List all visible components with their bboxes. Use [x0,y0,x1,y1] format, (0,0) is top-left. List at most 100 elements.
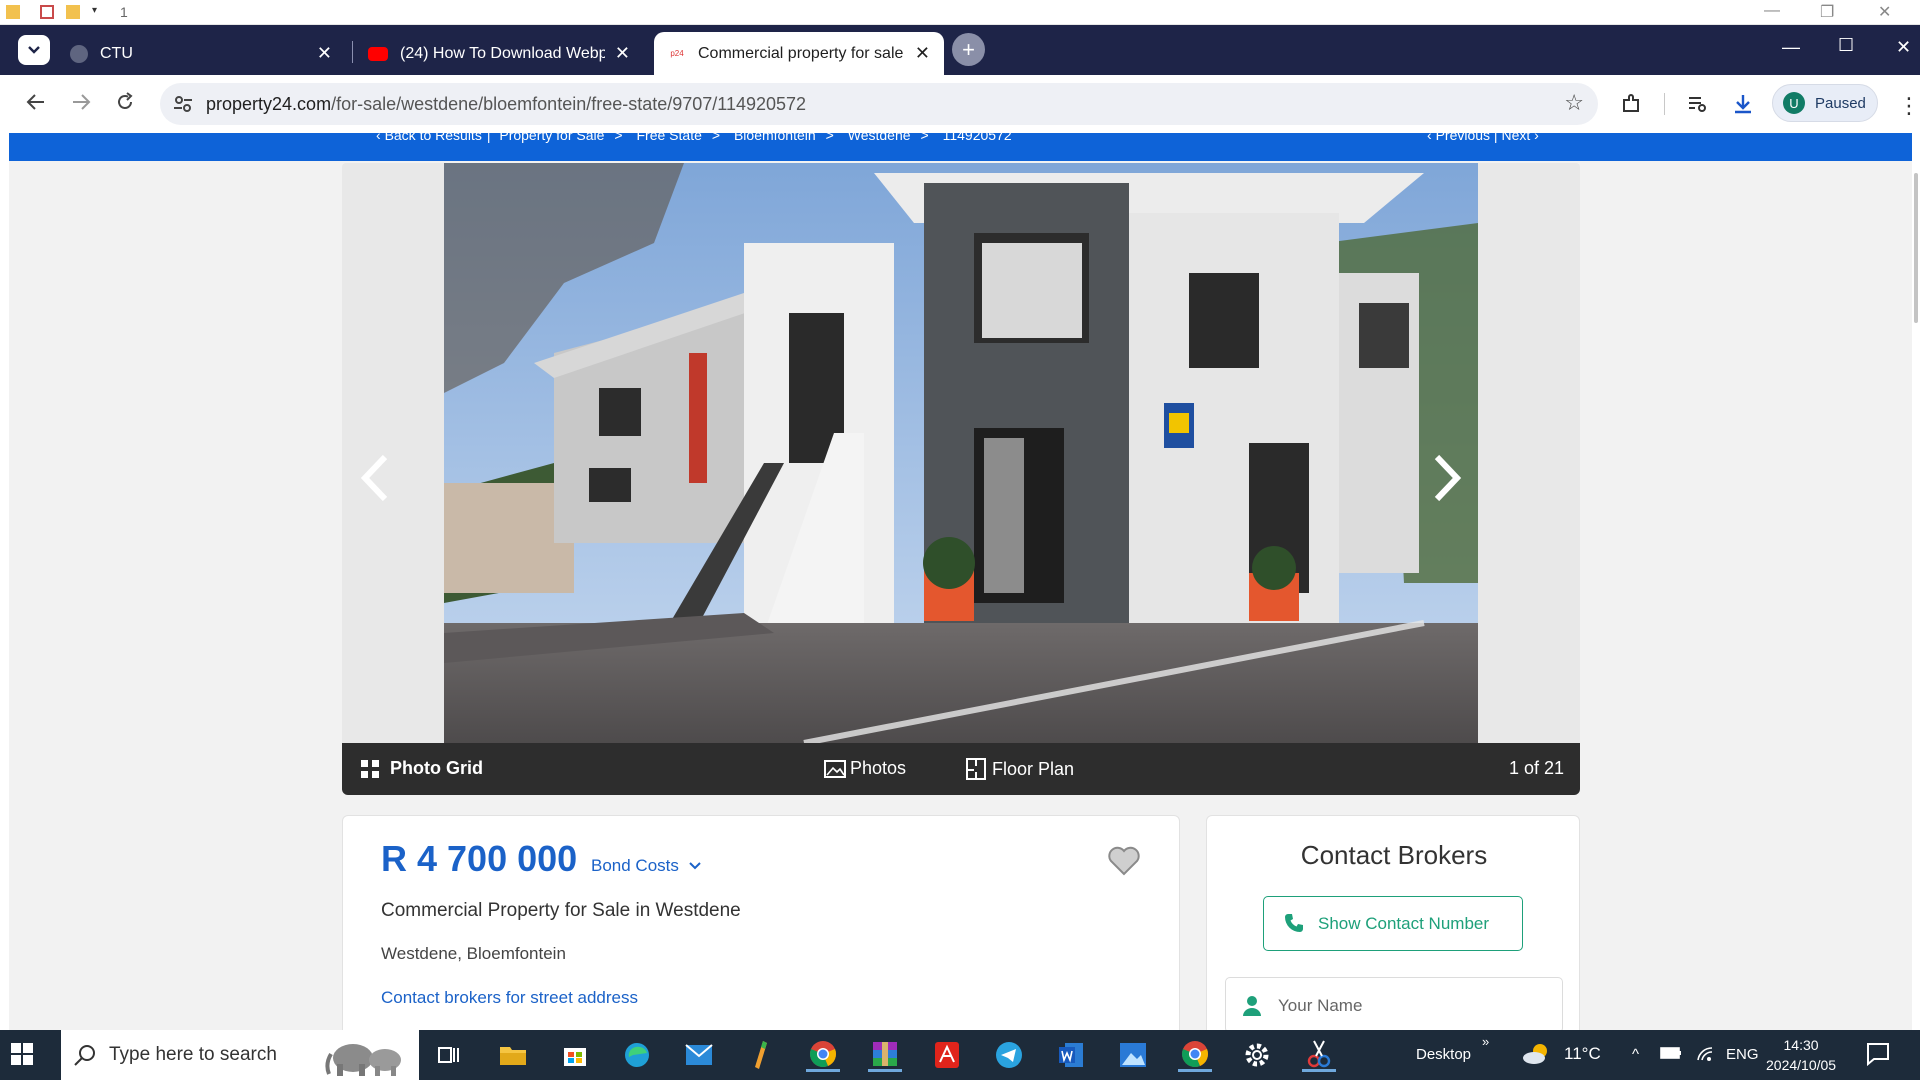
minimize-icon[interactable]: — [1782,37,1800,58]
dropdown-icon[interactable]: ▾ [92,5,106,19]
left-edge [0,133,9,1030]
weather-temperature[interactable]: 11°C [1564,1044,1601,1064]
restore-icon[interactable]: ❐ [1820,2,1834,22]
folder-icon[interactable] [66,5,80,19]
chevron-up-icon[interactable]: ^ [1632,1046,1639,1063]
next-photo-button[interactable] [1431,453,1465,513]
menu-icon[interactable]: ⋮ [1898,93,1920,119]
tab-property24[interactable]: p24 Commercial property for sale in ✕ [654,32,944,75]
chevron-double-right-icon[interactable]: » [1482,1034,1489,1049]
download-icon[interactable] [1732,93,1754,121]
settings-gear-icon[interactable] [1240,1038,1274,1072]
checkbox-icon[interactable] [40,5,54,19]
photo-grid-label: Photo Grid [390,758,483,778]
folder-icon[interactable] [6,5,20,19]
person-icon [1243,996,1261,1016]
breadcrumb-item[interactable]: Free State [637,133,702,143]
close-icon[interactable]: ✕ [317,43,332,64]
back-button[interactable] [26,92,46,118]
minimize-icon[interactable]: — [1764,2,1780,20]
clock[interactable]: 14:30 2024/10/05 [1766,1035,1836,1075]
start-button[interactable] [10,1042,34,1071]
grid-icon [361,759,379,778]
acrobat-icon[interactable] [930,1038,964,1072]
close-icon[interactable]: ✕ [615,43,630,64]
chrome-icon[interactable] [1178,1038,1212,1072]
winrar-icon[interactable] [868,1038,902,1072]
tab-ctu[interactable]: CTU ✕ [56,32,346,75]
toolbar-divider [1664,93,1665,115]
show-contact-number-button[interactable]: Show Contact Number [1263,896,1523,951]
url-text[interactable]: property24.com/for-sale/westdene/bloemfo… [206,94,806,115]
snipping-tool-icon[interactable] [1302,1038,1336,1072]
word-icon[interactable] [1054,1038,1088,1072]
your-name-field[interactable] [1225,977,1563,1030]
scrollbar-thumb[interactable] [1914,173,1918,323]
close-icon[interactable]: ✕ [1878,2,1891,22]
weather-icon[interactable] [1522,1042,1552,1070]
desktop-toolbar[interactable]: Desktop [1416,1046,1471,1063]
taskbar-search[interactable]: Type here to search [61,1030,419,1080]
property-photo[interactable] [444,163,1478,743]
chevron-right-icon [1434,454,1462,502]
photos-app-icon[interactable] [1116,1038,1150,1072]
street-address-link[interactable]: Contact brokers for street address [381,988,638,1008]
mail-icon[interactable] [682,1038,716,1072]
scrollbar[interactable] [1912,133,1920,1030]
photo-gallery [342,163,1580,743]
listing-location: Westdene, Bloemfontein [381,944,566,963]
image-icon [824,759,846,778]
photos-button[interactable]: Photos [824,758,906,779]
breadcrumb-item[interactable]: Bloemfontein [734,133,816,143]
address-bar[interactable]: property24.com/for-sale/westdene/bloemfo… [160,83,1598,125]
globe-icon [70,44,88,63]
chrome-icon[interactable] [806,1038,840,1072]
reload-button[interactable] [115,92,135,118]
previous-photo-button[interactable] [357,453,391,513]
search-placeholder: Type here to search [109,1044,277,1065]
photo-grid-button[interactable]: Photo Grid [360,758,483,779]
previous-link[interactable]: ‹ Previous [1427,133,1490,143]
telegram-icon[interactable] [992,1038,1026,1072]
tab-bar: CTU ✕ (24) How To Download Webp Im ✕ p24… [0,25,1920,75]
back-to-results-link[interactable]: ‹ Back to Results [376,133,482,143]
microsoft-store-icon[interactable] [558,1038,592,1072]
close-icon[interactable]: ✕ [1896,37,1911,58]
file-explorer-icon[interactable] [496,1038,530,1072]
site-settings-icon[interactable] [172,93,194,115]
search-icon [74,1045,95,1066]
wifi-icon[interactable] [1696,1046,1716,1066]
battery-icon[interactable] [1660,1046,1682,1064]
floor-plan-button[interactable]: Floor Plan [966,758,1074,780]
profile-button[interactable]: U Paused [1772,84,1878,122]
close-icon[interactable]: ✕ [915,43,930,64]
language-indicator[interactable]: ENG [1726,1046,1759,1063]
web-page: ‹ Back to Results | Property for Sale > Fr… [0,133,1920,1030]
tab-search-button[interactable] [18,35,50,65]
listing-summary-card: R 4 700 000 Bond Costs Commercial Proper… [342,815,1180,1030]
forward-button[interactable] [71,92,91,118]
breadcrumb-item[interactable]: Property for Sale [499,133,604,143]
pen-app-icon[interactable] [744,1038,778,1072]
bookmark-star-icon[interactable]: ☆ [1564,90,1584,116]
tab-title: (24) How To Download Webp Im [400,44,605,62]
new-tab-button[interactable]: + [952,33,985,66]
media-control-icon[interactable] [1686,93,1708,121]
your-name-input[interactable] [1278,988,1548,1024]
building-photo [444,163,1478,743]
notifications-icon[interactable] [1866,1042,1890,1070]
photo-counter: 1 of 21 [1509,758,1565,778]
edge-icon[interactable] [620,1038,654,1072]
bond-costs-dropdown[interactable]: Bond Costs [591,856,702,876]
contact-brokers-card: Contact Brokers Show Contact Number [1206,815,1580,1030]
breadcrumb: ‹ Back to Results | Property for Sale > Fr… [371,133,1017,143]
windows-taskbar: Type here to search Desktop » 11°C ^ ENG… [0,1030,1920,1080]
favourite-heart-icon[interactable] [1107,846,1141,881]
tab-youtube[interactable]: (24) How To Download Webp Im ✕ [354,32,644,75]
extensions-icon[interactable] [1620,93,1642,121]
photos-label: Photos [850,758,907,778]
next-link[interactable]: Next › [1501,133,1538,143]
maximize-icon[interactable]: ☐ [1838,35,1854,56]
task-view-icon[interactable] [432,1038,466,1072]
breadcrumb-item[interactable]: Westdene [848,133,911,143]
